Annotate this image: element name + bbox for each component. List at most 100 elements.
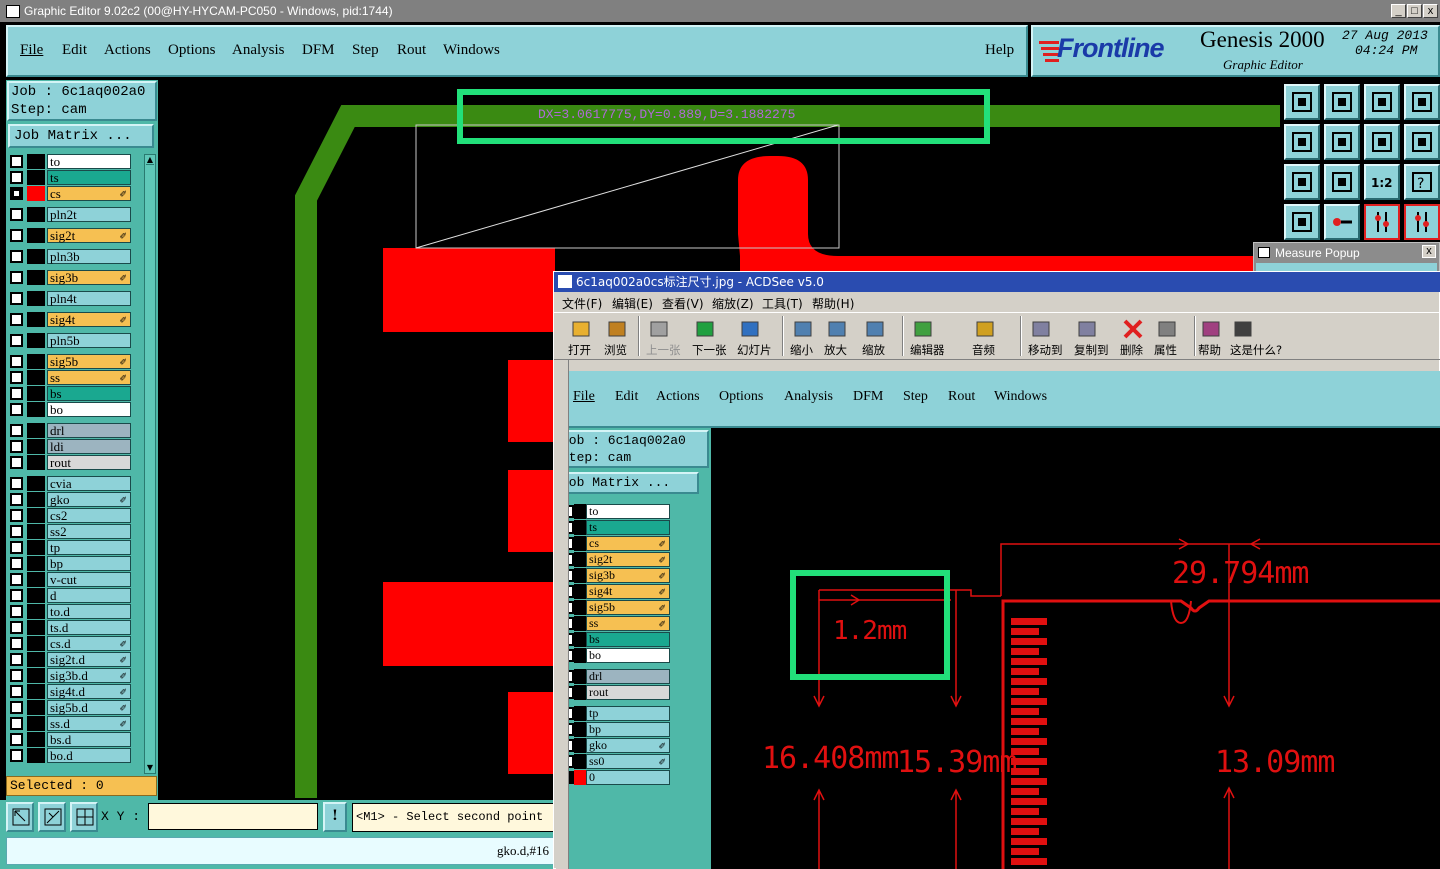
layer-checkbox[interactable] [10, 509, 23, 522]
layer-name-field[interactable]: sig4t ✐ [47, 312, 131, 327]
layer-color-swatch[interactable] [27, 476, 45, 491]
layer-color-swatch[interactable] [27, 732, 45, 747]
whats-this-icon[interactable] [1232, 318, 1254, 340]
layer-name-field[interactable]: ldi [47, 439, 131, 454]
layer-row-sig4t.d[interactable]: sig4t.d ✐ [10, 684, 140, 699]
layer-color-swatch[interactable] [27, 540, 45, 555]
acdsee-btn-label[interactable]: 幻灯片 [737, 342, 772, 358]
layer-row-sig2t.d[interactable]: sig2t.d ✐ [10, 652, 140, 667]
layer-name-field[interactable]: pln4t [47, 291, 131, 306]
acdsee-menu-edit[interactable]: 编辑(E) [612, 295, 653, 312]
acdsee-btn-label[interactable]: 缩放 [862, 342, 885, 358]
layer-scrollbar[interactable]: ▲ ▼ [144, 154, 156, 774]
layer-row-bo[interactable]: bo [10, 402, 140, 417]
minimize-button[interactable]: _ [1391, 4, 1406, 18]
acdsee-btn-label[interactable]: 打开 [568, 342, 591, 358]
layer-name-field[interactable]: pln5b [47, 333, 131, 348]
layer-row-ss2[interactable]: ss2 [10, 524, 140, 539]
layer-row-drl[interactable]: drl [10, 423, 140, 438]
layer-color-swatch[interactable] [27, 207, 45, 222]
acdsee-btn-label[interactable]: 帮助 [1198, 342, 1221, 358]
layer-row-ts[interactable]: ts [10, 170, 140, 185]
toolbar-button[interactable] [1284, 164, 1320, 200]
menu-file[interactable]: File [20, 42, 43, 59]
acdsee-btn-label[interactable]: 放大 [824, 342, 847, 358]
layer-name-field[interactable]: to [47, 154, 131, 169]
toolbar-button[interactable] [1324, 164, 1360, 200]
layer-checkbox[interactable] [10, 589, 23, 602]
layer-row-cvia[interactable]: cvia [10, 476, 140, 491]
acdsee-menu-zoom[interactable]: 缩放(Z) [712, 295, 754, 312]
scroll-down-icon[interactable]: ▼ [146, 763, 154, 773]
menu-analysis[interactable]: Analysis [232, 42, 285, 59]
layer-checkbox[interactable] [10, 371, 23, 384]
toolbar-button[interactable] [1284, 124, 1320, 160]
layer-checkbox[interactable] [10, 637, 23, 650]
layer-row-to[interactable]: to [10, 154, 140, 169]
layer-checkbox[interactable] [10, 292, 23, 305]
layer-row-ss.d[interactable]: ss.d ✐ [10, 716, 140, 731]
layer-color-swatch[interactable] [27, 228, 45, 243]
acdsee-btn-label[interactable]: 属性 [1154, 342, 1177, 358]
editor-icon[interactable] [912, 318, 934, 340]
layer-color-swatch[interactable] [27, 439, 45, 454]
folder-open-icon[interactable] [570, 318, 592, 340]
popup-close-button[interactable]: x [1422, 245, 1436, 258]
zoom-icon[interactable] [864, 318, 886, 340]
toolbar-button[interactable] [1404, 124, 1440, 160]
layer-checkbox[interactable] [10, 387, 23, 400]
layer-checkbox[interactable] [10, 541, 23, 554]
layer-row-bo.d[interactable]: bo.d [10, 748, 140, 763]
layer-name-field[interactable]: cs2 [47, 508, 131, 523]
job-matrix-button[interactable]: Job Matrix ... [8, 124, 154, 148]
toolbar-button[interactable] [1404, 84, 1440, 120]
layer-checkbox[interactable] [10, 701, 23, 714]
layer-row-cs2[interactable]: cs2 [10, 508, 140, 523]
layer-color-swatch[interactable] [27, 154, 45, 169]
toolbar-button[interactable] [1324, 204, 1360, 240]
layer-name-field[interactable]: sig2t ✐ [47, 228, 131, 243]
delete-icon[interactable] [1122, 318, 1144, 340]
close-button[interactable]: x [1423, 4, 1438, 18]
layer-checkbox[interactable] [10, 477, 23, 490]
layer-name-field[interactable]: sig3b ✐ [47, 270, 131, 285]
layer-color-swatch[interactable] [27, 604, 45, 619]
layer-color-swatch[interactable] [27, 354, 45, 369]
layer-color-swatch[interactable] [27, 684, 45, 699]
layer-checkbox[interactable] [10, 424, 23, 437]
toolbar-button[interactable]: ? [1404, 164, 1440, 200]
acdsee-btn-label[interactable]: 编辑器 [910, 342, 945, 358]
move-icon[interactable] [1030, 318, 1052, 340]
layer-row-cs.d[interactable]: cs.d ✐ [10, 636, 140, 651]
layer-color-swatch[interactable] [27, 620, 45, 635]
layer-row-ts.d[interactable]: ts.d [10, 620, 140, 635]
layer-checkbox[interactable] [10, 313, 23, 326]
layer-name-field[interactable]: sig3b.d ✐ [47, 668, 131, 683]
layer-checkbox[interactable] [10, 573, 23, 586]
layer-row-bp[interactable]: bp [10, 556, 140, 571]
xy-input[interactable] [148, 803, 318, 830]
layer-checkbox[interactable] [10, 250, 23, 263]
layer-color-swatch[interactable] [27, 508, 45, 523]
layer-name-field[interactable]: ts.d [47, 620, 131, 635]
menu-options[interactable]: Options [168, 42, 216, 59]
layer-checkbox[interactable] [10, 440, 23, 453]
toolbar-button[interactable] [1284, 84, 1320, 120]
layer-checkbox[interactable] [10, 685, 23, 698]
layer-name-field[interactable]: tp [47, 540, 131, 555]
acdsee-btn-label[interactable]: 这是什么? [1230, 342, 1282, 358]
layer-name-field[interactable]: sig5b ✐ [47, 354, 131, 369]
acdsee-btn-label[interactable]: 移动到 [1028, 342, 1063, 358]
acdsee-btn-label[interactable]: 下一张 [692, 342, 727, 358]
layer-color-swatch[interactable] [27, 524, 45, 539]
layer-checkbox[interactable] [10, 229, 23, 242]
layer-row-pln2t[interactable]: pln2t [10, 207, 140, 222]
layer-checkbox[interactable] [10, 271, 23, 284]
copy-icon[interactable] [1076, 318, 1098, 340]
layer-row-ldi[interactable]: ldi [10, 439, 140, 454]
toolbar-button[interactable] [1404, 204, 1440, 240]
browse-icon[interactable] [606, 318, 628, 340]
layer-row-pln3b[interactable]: pln3b [10, 249, 140, 264]
toolbar-button[interactable] [1324, 84, 1360, 120]
layer-checkbox[interactable] [10, 334, 23, 347]
